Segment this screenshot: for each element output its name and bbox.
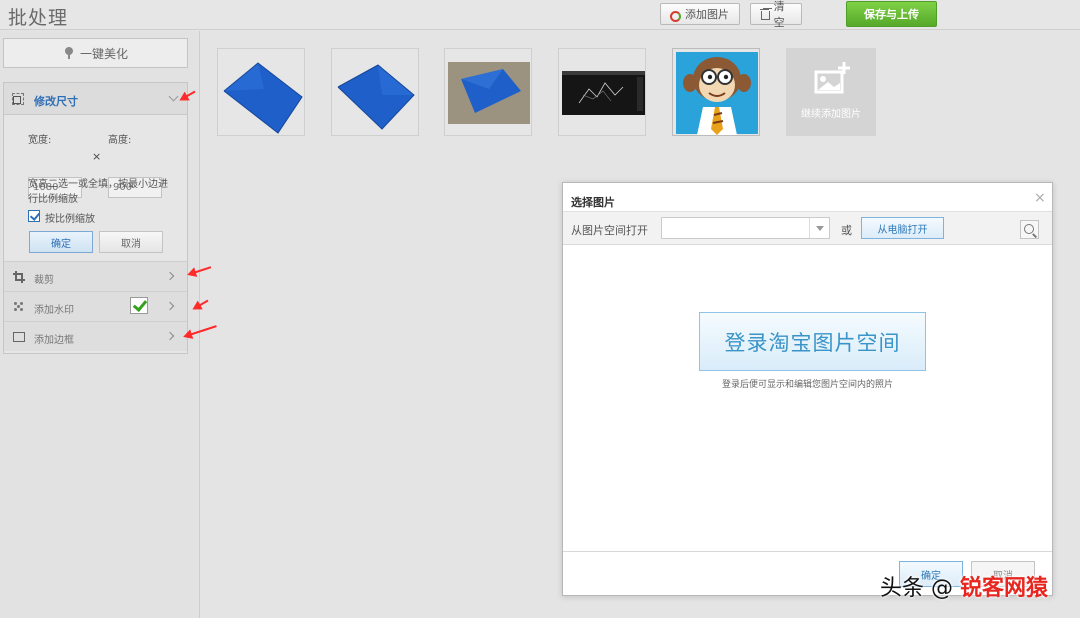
close-icon[interactable]: ×: [1034, 191, 1046, 205]
annotation-arrow: [194, 299, 209, 309]
chevron-right-icon: [165, 271, 175, 281]
blue-tarp-image: [223, 62, 303, 134]
add-images-label: 添加图片: [685, 8, 729, 21]
or-label: 或: [841, 224, 852, 237]
tool-row-border[interactable]: 添加边框: [4, 321, 187, 351]
border-icon: [13, 331, 25, 342]
dialog-title: 选择图片: [571, 196, 615, 209]
times-sign: ×: [92, 150, 102, 163]
annotation-arrow: [189, 266, 212, 275]
crop-icon: [13, 271, 25, 283]
monkey-avatar-image: [676, 52, 758, 135]
blue-tarp-image: [337, 64, 415, 130]
watermark-icon: [13, 301, 24, 312]
chevron-down-icon: [809, 218, 829, 238]
resize-title: 修改尺寸: [34, 95, 78, 108]
clear-button[interactable]: 清空: [750, 0, 802, 29]
chevron-right-icon: [165, 301, 175, 311]
dark-screenshot-image: [562, 71, 645, 115]
resize-cancel-button[interactable]: 取消: [99, 231, 163, 253]
dialog-source-bar: 从图片空间打开 或 从电脑打开: [563, 211, 1052, 245]
watermark-text: 头条 @: [880, 576, 953, 601]
login-taobao-image-space-button[interactable]: 登录淘宝图片空间: [699, 312, 926, 371]
chevron-right-icon: [165, 331, 175, 341]
flower-icon: [63, 47, 75, 59]
top-toolbar: 批处理 添加图片 清空 保存与上传: [0, 0, 1080, 30]
add-more-images-button[interactable]: 继续添加图片: [786, 48, 876, 136]
watermark-brand: 锐客网猿: [960, 576, 1049, 601]
thumbnail-image[interactable]: [331, 48, 419, 136]
save-upload-button[interactable]: 保存与上传: [846, 1, 937, 27]
login-hint: 登录后便可显示和编辑您图片空间内的照片: [721, 380, 893, 390]
resize-icon: [12, 93, 24, 105]
resize-ok-button[interactable]: 确定: [29, 231, 93, 253]
dialog-body: 登录淘宝图片空间 登录后便可显示和编辑您图片空间内的照片: [563, 246, 1052, 552]
one-click-beautify-button[interactable]: 一键美化: [3, 38, 188, 68]
watermark: 头条 @ 锐客网猿: [880, 566, 1070, 606]
tool-row-watermark[interactable]: 添加水印: [4, 291, 187, 321]
tool-panel: 修改尺寸 宽度: 高度: 1080 × 900 宽高二选一或全填，按最小边进行比…: [3, 82, 188, 354]
select-image-dialog: 选择图片 × 从图片空间打开 或 从电脑打开 登录淘宝图片空间 登录后便可显示和…: [562, 182, 1053, 596]
open-from-space-label: 从图片空间打开: [571, 224, 648, 237]
resize-section-header[interactable]: 修改尺寸: [4, 83, 187, 115]
search-icon[interactable]: [1020, 220, 1039, 239]
trash-icon: [759, 8, 770, 20]
crop-label: 裁剪: [34, 275, 54, 286]
thumbnail-image[interactable]: [672, 48, 760, 136]
add-images-button[interactable]: 添加图片: [660, 3, 740, 25]
tool-row-crop[interactable]: 裁剪: [4, 261, 187, 291]
clear-label: 清空: [773, 0, 785, 29]
height-label: 高度:: [108, 135, 132, 146]
add-more-label: 继续添加图片: [801, 109, 861, 120]
tarp-on-sand-image: [448, 62, 530, 124]
add-image-icon: [669, 8, 681, 22]
resize-hint: 宽高二选一或全填，按最小边进行比例缩放: [28, 179, 168, 205]
beautify-label: 一键美化: [79, 46, 128, 61]
thumbnail-image[interactable]: [217, 48, 305, 136]
watermark-label: 添加水印: [34, 305, 74, 316]
keep-ratio-checkbox[interactable]: [28, 210, 40, 222]
add-picture-icon: [814, 62, 850, 94]
watermark-check-icon[interactable]: [130, 297, 148, 314]
open-from-pc-button[interactable]: 从电脑打开: [861, 217, 944, 239]
width-label: 宽度:: [28, 135, 52, 146]
border-label: 添加边框: [34, 335, 74, 346]
page-title: 批处理: [8, 7, 69, 29]
keep-ratio-label: 按比例缩放: [45, 214, 95, 225]
thumbnail-image[interactable]: [558, 48, 646, 136]
tool-sidebar: 一键美化 修改尺寸 宽度: 高度: 1080 × 900 宽高二选一或全填，按最…: [0, 31, 200, 618]
thumbnail-image[interactable]: [444, 48, 532, 136]
image-space-select[interactable]: [661, 217, 830, 239]
